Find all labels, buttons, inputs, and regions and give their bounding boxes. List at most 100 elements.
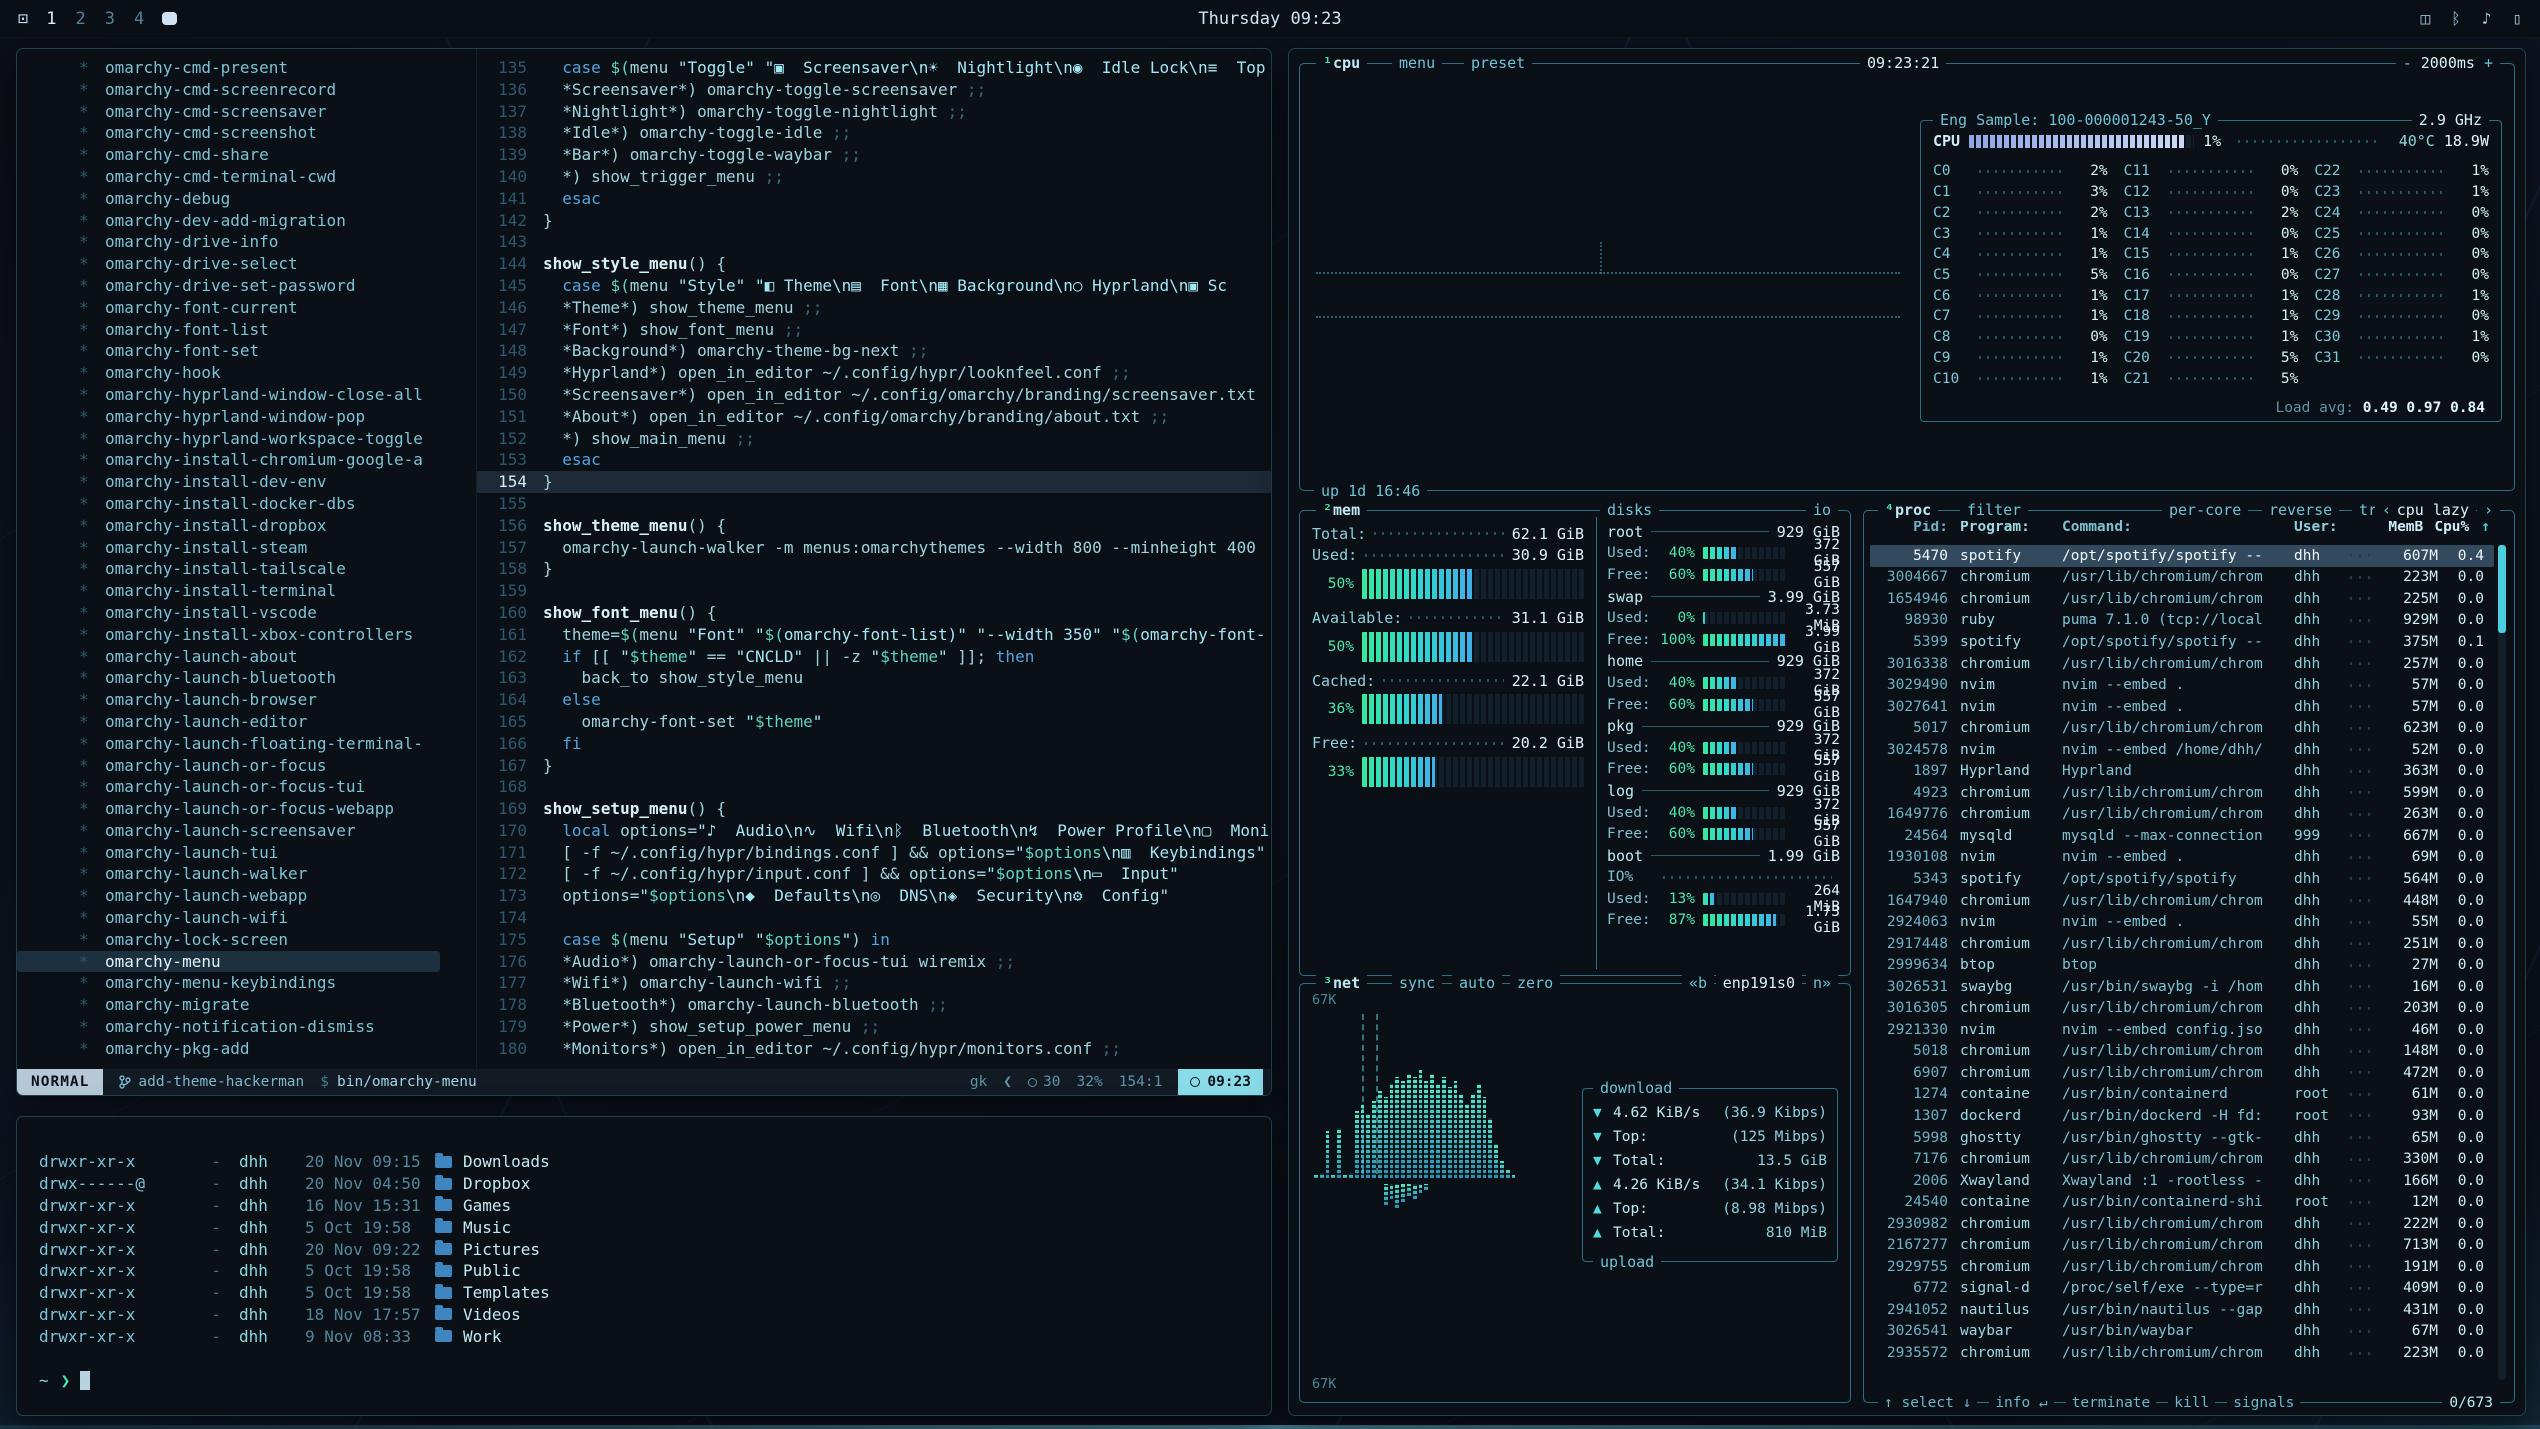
sort-next-button[interactable]: › <box>2477 499 2500 521</box>
io-tab[interactable]: io <box>1806 499 1838 521</box>
file-item[interactable]: * omarchy-font-set <box>17 340 440 362</box>
process-row[interactable]: 1654946 chromium /usr/lib/chromium/chrom… <box>1870 588 2494 610</box>
file-item[interactable]: * omarchy-cmd-screenshot <box>17 122 440 144</box>
file-item[interactable]: * omarchy-launch-floating-terminal- <box>17 733 440 755</box>
net-zero-button[interactable]: zero <box>1510 972 1560 994</box>
file-item[interactable]: * omarchy-debug <box>17 188 440 210</box>
process-row[interactable]: 6772 signal-d /proc/self/exe --type=r dh… <box>1870 1278 2494 1300</box>
footer-action[interactable]: signals <box>2227 1392 2300 1414</box>
network-panel-title[interactable]: ³net <box>1316 972 1367 994</box>
terminal-window[interactable]: drwxr-xr-x - dhh 20 Nov 09:15 Downloads … <box>16 1116 1272 1416</box>
net-sync-button[interactable]: sync <box>1392 972 1442 994</box>
code-editor[interactable]: 135 case $(menu "Toggle" "▣ Screensaver\… <box>477 49 1271 1069</box>
process-row[interactable]: 1930108 nvim nvim --embed . dhh 69M 0.0 <box>1870 847 2494 869</box>
process-row[interactable]: 24564 mysqld mysqld --max-connection 999… <box>1870 825 2494 847</box>
file-item[interactable]: * omarchy-launch-bluetooth <box>17 667 440 689</box>
process-table[interactable]: 5470 spotify /opt/spotify/spotify -- dhh… <box>1870 545 2494 1382</box>
file-item[interactable]: * omarchy-launch-walker <box>17 863 440 885</box>
file-item[interactable]: * omarchy-launch-screensaver <box>17 820 440 842</box>
iface-next-button[interactable]: n» <box>1806 972 1838 994</box>
process-row[interactable]: 2167277 chromium /usr/lib/chromium/chrom… <box>1870 1235 2494 1257</box>
file-item[interactable]: * omarchy-drive-set-password <box>17 275 440 297</box>
file-item[interactable]: * omarchy-drive-select <box>17 253 440 275</box>
footer-action[interactable]: ↑ select ↓ <box>1878 1392 1977 1414</box>
file-item[interactable]: * omarchy-menu <box>17 951 440 973</box>
process-row[interactable]: 3024578 nvim nvim --embed /home/dhh/ dhh… <box>1870 739 2494 761</box>
file-item[interactable]: * omarchy-launch-or-focus <box>17 755 440 777</box>
file-item[interactable]: * omarchy-drive-info <box>17 231 440 253</box>
process-row[interactable]: 7176 chromium /usr/lib/chromium/chrom dh… <box>1870 1148 2494 1170</box>
shell-prompt[interactable]: ~ ❯ <box>39 1371 1271 1390</box>
workspace-button[interactable]: 1 <box>46 9 56 29</box>
process-row[interactable]: 24540 containe /usr/bin/containerd-shi r… <box>1870 1191 2494 1213</box>
process-row[interactable]: 2999634 btop btop dhh 27M 0.0 <box>1870 954 2494 976</box>
process-row[interactable]: 1274 containe /usr/bin/containerd root 6… <box>1870 1084 2494 1106</box>
process-scrollbar[interactable] <box>2498 545 2506 1380</box>
process-row[interactable]: 1307 dockerd /usr/bin/dockerd -H fd: roo… <box>1870 1105 2494 1127</box>
file-item[interactable]: * omarchy-install-chromium-google-a <box>17 449 440 471</box>
process-row[interactable]: 5399 spotify /opt/spotify/spotify -- dhh… <box>1870 631 2494 653</box>
file-item[interactable]: * omarchy-pkg-add <box>17 1038 440 1060</box>
process-row[interactable]: 3026541 waybar /usr/bin/waybar dhh 67M 0… <box>1870 1321 2494 1343</box>
file-item[interactable]: * omarchy-launch-or-focus-tui <box>17 776 440 798</box>
process-row[interactable]: 5343 spotify /opt/spotify/spotify dhh 56… <box>1870 868 2494 890</box>
process-panel-title[interactable]: ⁴proc <box>1878 499 1938 521</box>
menu-button[interactable]: menu <box>1392 52 1442 74</box>
footer-action[interactable]: info ↵ <box>1989 1392 2053 1414</box>
process-row[interactable]: 3027641 nvim nvim --embed . dhh 57M 0.0 <box>1870 696 2494 718</box>
process-row[interactable]: 4923 chromium /usr/lib/chromium/chrom dh… <box>1870 782 2494 804</box>
screenshare-icon[interactable]: ◫ <box>2420 9 2430 28</box>
workspace-button[interactable]: 3 <box>105 9 115 29</box>
process-row[interactable]: 3016305 chromium /usr/lib/chromium/chrom… <box>1870 997 2494 1019</box>
process-row[interactable]: 2930982 chromium /usr/lib/chromium/chrom… <box>1870 1213 2494 1235</box>
process-row[interactable]: 2921330 nvim nvim --embed config.jso dhh… <box>1870 1019 2494 1041</box>
file-item[interactable]: * omarchy-menu-keybindings <box>17 972 440 994</box>
process-row[interactable]: 98930 ruby puma 7.1.0 (tcp://local dhh 9… <box>1870 610 2494 632</box>
workspace-button[interactable]: 2 <box>76 9 86 29</box>
process-row[interactable]: 3029490 nvim nvim --embed . dhh 57M 0.0 <box>1870 674 2494 696</box>
file-item[interactable]: * omarchy-hook <box>17 362 440 384</box>
app-logo-icon[interactable]: ⊡ <box>18 9 28 29</box>
file-item[interactable]: * omarchy-launch-editor <box>17 711 440 733</box>
sort-direction-icon[interactable]: ↑ <box>2481 519 2490 535</box>
file-item[interactable]: * omarchy-install-xbox-controllers <box>17 624 440 646</box>
process-row[interactable]: 1649776 chromium /usr/lib/chromium/chrom… <box>1870 804 2494 826</box>
process-row[interactable]: 6907 chromium /usr/lib/chromium/chrom dh… <box>1870 1062 2494 1084</box>
file-item[interactable]: * omarchy-launch-about <box>17 646 440 668</box>
file-item[interactable]: * omarchy-cmd-screenrecord <box>17 79 440 101</box>
process-row[interactable]: 5018 chromium /usr/lib/chromium/chrom dh… <box>1870 1041 2494 1063</box>
footer-action[interactable]: kill <box>2168 1392 2215 1414</box>
file-item[interactable]: * omarchy-cmd-share <box>17 144 440 166</box>
file-item[interactable]: * omarchy-launch-or-focus-webapp <box>17 798 440 820</box>
file-item[interactable]: * omarchy-install-vscode <box>17 602 440 624</box>
file-item[interactable]: * omarchy-lock-screen <box>17 929 440 951</box>
process-row[interactable]: 3026531 swaybg /usr/bin/swaybg -i /hom d… <box>1870 976 2494 998</box>
iface-prev-button[interactable]: «b <box>1682 972 1714 994</box>
process-row[interactable]: 5470 spotify /opt/spotify/spotify -- dhh… <box>1870 545 2494 567</box>
battery-icon[interactable]: ▯ <box>2512 9 2522 28</box>
file-item[interactable]: * omarchy-notification-dismiss <box>17 1016 440 1038</box>
file-item[interactable]: * omarchy-install-tailscale <box>17 558 440 580</box>
footer-action[interactable]: terminate <box>2066 1392 2157 1414</box>
process-row[interactable]: 5998 ghostty /usr/bin/ghostty --gtk- dhh… <box>1870 1127 2494 1149</box>
file-item[interactable]: * omarchy-cmd-screensaver <box>17 101 440 123</box>
file-item[interactable]: * omarchy-hyprland-window-pop <box>17 406 440 428</box>
net-auto-button[interactable]: auto <box>1452 972 1502 994</box>
file-item[interactable]: * omarchy-install-dev-env <box>17 471 440 493</box>
file-explorer[interactable]: * omarchy-cmd-present * omarchy-cmd-scre… <box>17 49 477 1069</box>
file-item[interactable]: * omarchy-install-dropbox <box>17 515 440 537</box>
file-item[interactable]: * omarchy-dev-add-migration <box>17 210 440 232</box>
preset-button[interactable]: preset <box>1464 52 1532 74</box>
per-core-button[interactable]: per-core <box>2162 499 2248 521</box>
process-row[interactable]: 2935572 chromium /usr/lib/chromium/chrom… <box>1870 1342 2494 1364</box>
filter-button[interactable]: filter <box>1960 499 2028 521</box>
bluetooth-icon[interactable]: ᛒ <box>2451 9 2461 28</box>
file-item[interactable]: * omarchy-font-list <box>17 319 440 341</box>
scrollbar-thumb[interactable] <box>2498 545 2506 633</box>
file-item[interactable]: * omarchy-launch-tui <box>17 842 440 864</box>
file-item[interactable]: * omarchy-font-current <box>17 297 440 319</box>
file-item[interactable]: * omarchy-cmd-terminal-cwd <box>17 166 440 188</box>
process-row[interactable]: 1647940 chromium /usr/lib/chromium/chrom… <box>1870 890 2494 912</box>
file-item[interactable]: * omarchy-migrate <box>17 994 440 1016</box>
clock[interactable]: Thursday 09:23 <box>1198 9 1341 29</box>
